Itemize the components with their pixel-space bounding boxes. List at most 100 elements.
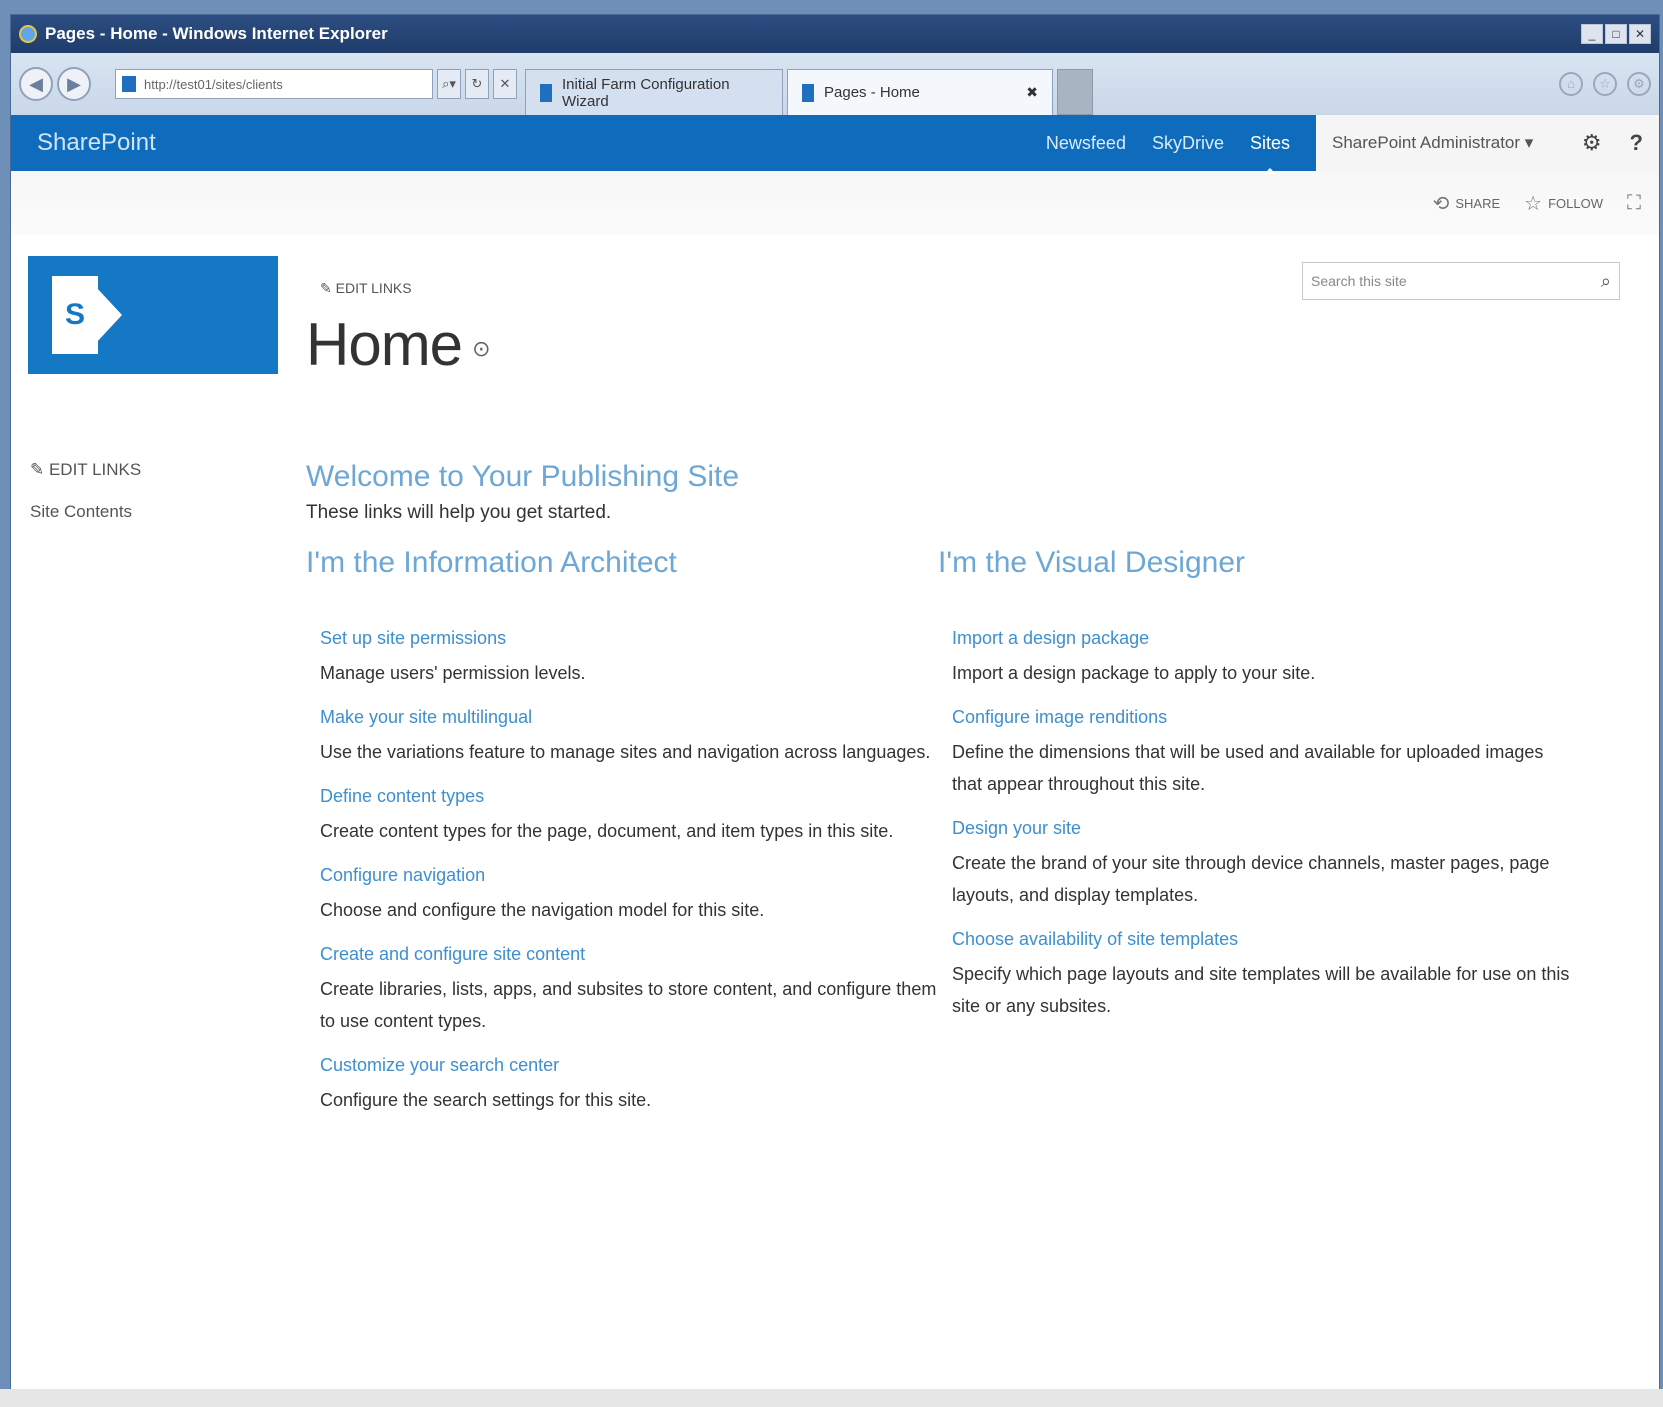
user-menu[interactable]: SharePoint Administrator ▾ (1332, 133, 1533, 153)
tab-label: Pages - Home (824, 84, 920, 101)
task-link[interactable]: Customize your search center (320, 1055, 938, 1076)
address-search-button[interactable]: ⌕▾ (437, 69, 461, 99)
window-title: Pages - Home - Windows Internet Explorer (45, 24, 388, 43)
site-logo[interactable]: S (28, 256, 278, 374)
stop-button[interactable]: ✕ (493, 69, 517, 99)
sharepoint-logo-icon: S (52, 276, 98, 354)
quick-launch: ✎ EDIT LINKS Site Contents (30, 460, 141, 544)
list-item: Configure navigation Choose and configure… (320, 865, 938, 926)
user-area: SharePoint Administrator ▾ ⚙ ? (1316, 115, 1659, 171)
logo-arrow (96, 287, 122, 343)
suite-link-skydrive[interactable]: SkyDrive (1152, 133, 1224, 154)
task-link[interactable]: Import a design package (952, 628, 1570, 649)
list-item: Customize your search center Configure th… (320, 1055, 938, 1116)
home-icon[interactable]: ⌂ (1559, 72, 1583, 96)
main-content: Welcome to Your Publishing Site These li… (306, 460, 1626, 1134)
suite-bar: SharePoint Newsfeed SkyDrive Sites Share… (11, 115, 1659, 171)
follow-page-icon[interactable]: ⊙ (472, 336, 490, 361)
focus-content-button[interactable]: ⛶ (1627, 192, 1641, 215)
list-item: Choose availability of site templates Spe… (952, 929, 1570, 1022)
star-icon: ☆ (1524, 192, 1543, 215)
help-icon[interactable]: ? (1630, 130, 1643, 156)
task-description: Manage users' permission levels. (320, 663, 586, 683)
suite-link-newsfeed[interactable]: Newsfeed (1046, 133, 1126, 154)
list-item: Make your site multilingual Use the varia… (320, 707, 938, 768)
settings-gear-icon[interactable]: ⚙ (1582, 130, 1602, 156)
list-item: Set up site permissions Manage users' per… (320, 628, 938, 689)
tools-gear-icon[interactable]: ⚙ (1627, 72, 1651, 96)
list-item: Create and configure site content Create … (320, 944, 938, 1037)
site-search-input[interactable]: Search this site ⌕ (1302, 262, 1620, 300)
tab-farm-wizard[interactable]: Initial Farm Configuration Wizard (525, 69, 783, 115)
getting-started-columns: I'm the Information Architect Set up sit… (306, 546, 1626, 1134)
intro-text: These links will help you get started. (306, 502, 612, 523)
tab-label: Initial Farm Configuration Wizard (562, 75, 730, 110)
designer-column: I'm the Visual Designer Import a design … (938, 546, 1570, 1134)
task-link[interactable]: Choose availability of site templates (952, 929, 1570, 950)
favorites-icon[interactable]: ☆ (1593, 72, 1617, 96)
address-url[interactable]: http://test01/sites/clients (144, 77, 426, 92)
task-link[interactable]: Make your site multilingual (320, 707, 938, 728)
task-description: Define the dimensions that will be used … (952, 742, 1544, 794)
task-link[interactable]: Set up site permissions (320, 628, 938, 649)
minimize-button[interactable]: _ (1581, 24, 1603, 44)
task-description: Import a design package to apply to your… (952, 663, 1316, 683)
share-label: SHARE (1455, 195, 1501, 211)
share-icon: ⟲ (1432, 192, 1450, 215)
list-item: Configure image renditions Define the dim… (952, 707, 1570, 800)
task-description: Configure the search settings for this s… (320, 1090, 652, 1110)
task-link[interactable]: Configure navigation (320, 865, 938, 886)
focus-icon: ⛶ (1627, 191, 1641, 214)
browser-command-icons: ⌂ ☆ ⚙ (1559, 72, 1651, 96)
address-bar[interactable]: http://test01/sites/clients (115, 69, 433, 99)
page-title: Home (306, 311, 463, 378)
task-link[interactable]: Create and configure site content (320, 944, 938, 965)
suite-bar-blue: SharePoint Newsfeed SkyDrive Sites (11, 115, 1316, 171)
follow-button[interactable]: ☆ FOLLOW (1524, 191, 1603, 216)
tab-favicon-icon (540, 83, 552, 102)
forward-button[interactable]: ▶ (57, 67, 91, 101)
column-title: I'm the Visual Designer (938, 546, 1245, 579)
suite-link-sites[interactable]: Sites (1250, 133, 1290, 154)
sharepoint-brand[interactable]: SharePoint (37, 129, 156, 157)
share-button[interactable]: ⟲ SHARE (1433, 191, 1501, 216)
column-title: I'm the Information Architect (306, 546, 677, 579)
search-icon[interactable]: ⌕ (1601, 271, 1611, 292)
task-description: Choose and configure the navigation mode… (320, 900, 765, 920)
task-description: Create libraries, lists, apps, and subsi… (320, 979, 937, 1031)
new-tab-button[interactable] (1057, 69, 1093, 115)
task-description: Create content types for the page, docum… (320, 821, 894, 841)
task-link[interactable]: Configure image renditions (952, 707, 1570, 728)
site-favicon-icon (122, 76, 136, 92)
task-link[interactable]: Define content types (320, 786, 938, 807)
task-description: Specify which page layouts and site temp… (952, 964, 1570, 1016)
status-strip (0, 1389, 1663, 1407)
task-description: Use the variations feature to manage sit… (320, 742, 931, 762)
welcome-heading: Welcome to Your Publishing Site (306, 460, 740, 493)
search-placeholder: Search this site (1311, 273, 1407, 289)
browser-toolbar: ◀ ▶ http://test01/sites/clients ⌕▾ ↻ ✕ I… (11, 53, 1659, 115)
suite-links: Newsfeed SkyDrive Sites (1046, 133, 1290, 154)
list-item: Design your site Create the brand of your… (952, 818, 1570, 911)
back-button[interactable]: ◀ (19, 67, 53, 101)
close-window-button[interactable]: ✕ (1629, 24, 1651, 44)
left-edit-links[interactable]: ✎ EDIT LINKS (30, 460, 141, 480)
restore-button[interactable]: □ (1605, 24, 1627, 44)
title-bar: Pages - Home - Windows Internet Explorer… (11, 15, 1659, 53)
list-item: Import a design package Import a design p… (952, 628, 1570, 689)
follow-label: FOLLOW (1548, 195, 1603, 211)
ie-icon (19, 25, 37, 43)
page-actions: ⟲ SHARE ☆ FOLLOW ⛶ (11, 171, 1659, 235)
task-description: Create the brand of your site through de… (952, 853, 1550, 905)
task-link[interactable]: Design your site (952, 818, 1570, 839)
refresh-button[interactable]: ↻ (465, 69, 489, 99)
top-edit-links[interactable]: ✎ EDIT LINKS (320, 280, 412, 297)
list-item: Define content types Create content types… (320, 786, 938, 847)
window-controls: _ □ ✕ (1581, 24, 1651, 44)
site-contents-link[interactable]: Site Contents (30, 502, 141, 522)
architect-column: I'm the Information Architect Set up sit… (306, 546, 938, 1134)
tab-close-icon[interactable]: ✖ (1026, 84, 1038, 101)
tab-pages-home[interactable]: Pages - Home ✖ (787, 69, 1053, 115)
page-title-row: Home ⊙ (306, 310, 491, 379)
tab-favicon-icon (802, 83, 814, 102)
